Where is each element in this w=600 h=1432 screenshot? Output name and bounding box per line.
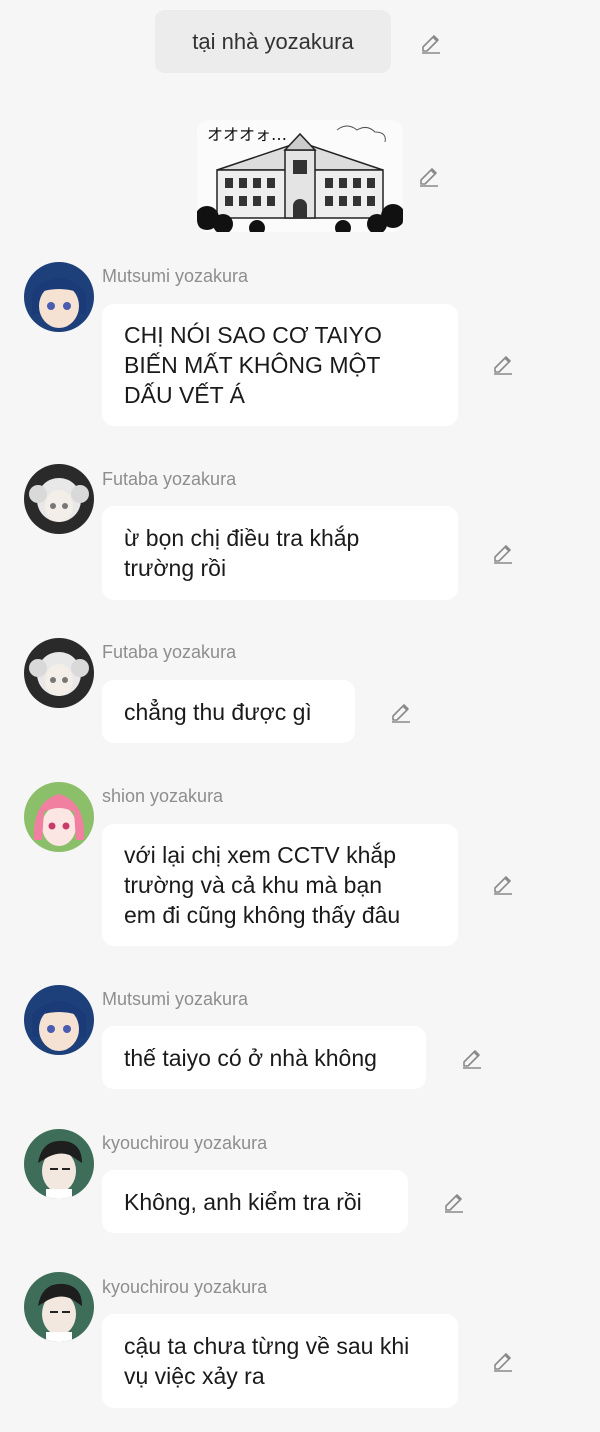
edit-message-pencil-icon[interactable] — [442, 1190, 466, 1214]
edit-message-pencil-icon[interactable] — [491, 872, 515, 896]
message-bubble[interactable]: với lại chị xem CCTV khắp trường và cả k… — [102, 824, 458, 946]
message-bubble[interactable]: ừ bọn chị điều tra khắp trường rồi — [102, 506, 458, 600]
edit-message-pencil-icon[interactable] — [460, 1046, 484, 1070]
edit-message-pencil-icon[interactable] — [491, 1349, 515, 1373]
sender-name: Mutsumi yozakura — [102, 266, 249, 286]
sender-name: Mutsumi yozakura — [102, 989, 249, 1009]
edit-message-pencil-icon[interactable] — [491, 541, 515, 565]
message-bubble[interactable]: thế taiyo có ở nhà không — [102, 1026, 426, 1089]
sender-name: Futaba yozakura — [102, 469, 237, 489]
kyouchirou-avatar[interactable] — [24, 1129, 94, 1199]
manga-panel-image[interactable]: オオオォ… — [197, 120, 403, 232]
sender-name: Futaba yozakura — [102, 642, 237, 662]
message-bubble[interactable]: CHỊ NÓI SAO CƠ TAIYO BIẾN MẤT KHÔNG MỘT … — [102, 304, 458, 426]
scene-label[interactable]: tại nhà yozakura — [155, 10, 391, 73]
sender-name: kyouchirou yozakura — [102, 1277, 268, 1297]
edit-scene-pencil-icon[interactable] — [419, 31, 443, 55]
mutsumi-avatar[interactable] — [24, 985, 94, 1055]
edit-message-pencil-icon[interactable] — [389, 700, 413, 724]
message-bubble[interactable]: chẳng thu được gì — [102, 680, 355, 743]
kyouchirou-avatar[interactable] — [24, 1272, 94, 1342]
futaba-avatar[interactable] — [24, 464, 94, 534]
futaba-avatar[interactable] — [24, 638, 94, 708]
sender-name: kyouchirou yozakura — [102, 1133, 268, 1153]
message-bubble[interactable]: cậu ta chưa từng về sau khi vụ việc xảy … — [102, 1314, 458, 1408]
message-bubble[interactable]: Không, anh kiểm tra rồi — [102, 1170, 408, 1233]
sender-name: shion yozakura — [102, 786, 224, 806]
image-caption: オオオォ… — [207, 125, 287, 144]
edit-message-pencil-icon[interactable] — [491, 352, 515, 376]
shion-avatar[interactable] — [24, 782, 94, 852]
mutsumi-avatar[interactable] — [24, 262, 94, 332]
edit-image-pencil-icon[interactable] — [417, 164, 441, 188]
